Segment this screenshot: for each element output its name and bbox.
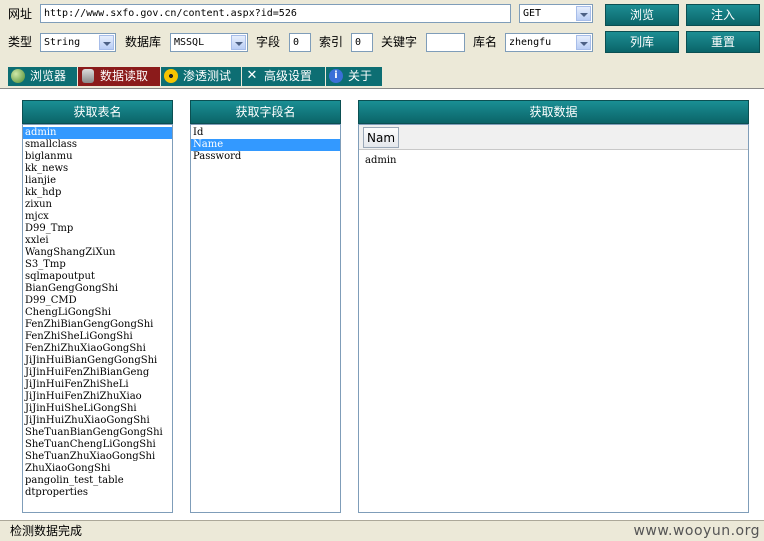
field-input[interactable]: 0 xyxy=(289,33,311,52)
table-list-item[interactable]: biglanmu xyxy=(23,151,172,163)
tab-label: 浏览器 xyxy=(30,69,67,83)
table-list-item[interactable]: kk_news xyxy=(23,163,172,175)
table-list-item[interactable]: pangolin_test_table xyxy=(23,475,172,487)
table-list-item[interactable]: WangShangZiXun xyxy=(23,247,172,259)
dbname-label: 库名 xyxy=(473,35,498,49)
browse-button[interactable]: 浏览 xyxy=(605,4,679,26)
tab-advanced[interactable]: ✕ 高级设置 xyxy=(242,67,325,86)
status-text: 检测数据完成 xyxy=(10,524,83,538)
data-cell[interactable]: admin xyxy=(363,155,396,167)
table-list-item[interactable]: SheTuanBianGengGongShi xyxy=(23,427,172,439)
chevron-down-icon xyxy=(576,6,591,21)
tab-label: 高级设置 xyxy=(264,69,313,83)
reset-button[interactable]: 重置 xyxy=(686,31,760,53)
table-list-item[interactable]: lianjie xyxy=(23,175,172,187)
table-list-item[interactable]: mjcx xyxy=(23,211,172,223)
radiation-icon xyxy=(164,69,178,83)
table-list-item[interactable]: D99_CMD xyxy=(23,295,172,307)
dbname-select[interactable]: zhengfu xyxy=(505,33,593,52)
tab-browser[interactable]: 浏览器 xyxy=(8,67,77,86)
table-list-item[interactable]: ChengLiGongShi xyxy=(23,307,172,319)
inject-button[interactable]: 注入 xyxy=(686,4,760,26)
table-list-item[interactable]: BianGengGongShi xyxy=(23,283,172,295)
tools-icon: ✕ xyxy=(246,68,258,83)
data-grid[interactable]: Nam admin xyxy=(358,124,749,513)
tab-bar: 浏览器 数据读取 渗透测试 ✕ 高级设置 i 关于 xyxy=(8,67,388,87)
data-panel-header: 获取数据 xyxy=(358,100,749,124)
tab-about[interactable]: i 关于 xyxy=(326,67,382,86)
method-value: GET xyxy=(523,8,542,19)
database-label: 数据库 xyxy=(125,35,162,49)
chevron-down-icon xyxy=(99,35,114,50)
tab-pentest[interactable]: 渗透测试 xyxy=(161,67,241,86)
chevron-down-icon xyxy=(231,35,246,50)
table-list-item[interactable]: JiJinHuiFenZhiSheLi xyxy=(23,379,172,391)
field-list-item[interactable]: Password xyxy=(191,151,340,163)
tables-list[interactable]: admin smallclass biglanmu kk_news lianjie kk_… xyxy=(22,124,173,513)
table-list-item[interactable]: SheTuanChengLiGongShi xyxy=(23,439,172,451)
dbname-value: zhengfu xyxy=(509,37,552,48)
table-list-item[interactable]: FenZhiBianGengGongShi xyxy=(23,319,172,331)
tab-data-read[interactable]: 数据读取 xyxy=(78,67,160,86)
fields-panel-header: 获取字段名 xyxy=(190,100,341,124)
column-header[interactable]: Nam xyxy=(363,127,399,148)
status-bar: 检测数据完成 www.wooyun.org xyxy=(0,520,764,541)
table-list-item[interactable]: JiJinHuiZhuXiaoGongShi xyxy=(23,415,172,427)
tab-label: 关于 xyxy=(348,69,373,83)
table-list-item[interactable]: S3_Tmp xyxy=(23,259,172,271)
keyword-input[interactable] xyxy=(426,33,465,52)
field-label: 字段 xyxy=(256,35,281,49)
watermark: www.wooyun.org xyxy=(633,523,760,539)
table-list-item[interactable]: JiJinHuiFenZhiZhuXiao xyxy=(23,391,172,403)
url-label: 网址 xyxy=(8,7,33,21)
globe-icon xyxy=(11,69,25,83)
method-select[interactable]: GET xyxy=(519,4,593,23)
table-list-item[interactable]: dtproperties xyxy=(23,487,172,499)
type-select[interactable]: String xyxy=(40,33,116,52)
database-icon xyxy=(82,69,94,83)
table-list-item[interactable]: JiJinHuiSheLiGongShi xyxy=(23,403,172,415)
url-input[interactable]: http://www.sxfo.gov.cn/content.aspx?id=5… xyxy=(40,4,511,23)
table-list-item[interactable]: JiJinHuiFenZhiBianGeng xyxy=(23,367,172,379)
database-value: MSSQL xyxy=(174,37,205,48)
table-list-item[interactable]: FenZhiSheLiGongShi xyxy=(23,331,172,343)
tab-label: 数据读取 xyxy=(100,69,149,83)
field-list-item[interactable]: Name xyxy=(191,139,340,151)
list-db-button[interactable]: 列库 xyxy=(605,31,679,53)
table-list-item[interactable]: zixun xyxy=(23,199,172,211)
field-list-item[interactable]: Id xyxy=(191,127,340,139)
info-icon: i xyxy=(329,69,343,83)
table-list-item[interactable]: JiJinHuiBianGengGongShi xyxy=(23,355,172,367)
table-list-item[interactable]: D99_Tmp xyxy=(23,223,172,235)
table-list-item[interactable]: admin xyxy=(23,127,172,139)
table-list-item[interactable]: FenZhiZhuXiaoGongShi xyxy=(23,343,172,355)
tables-panel-header: 获取表名 xyxy=(22,100,173,124)
index-label: 索引 xyxy=(319,35,344,49)
table-list-item[interactable]: xxlei xyxy=(23,235,172,247)
index-input[interactable]: 0 xyxy=(351,33,373,52)
data-grid-header-row: Nam xyxy=(359,125,748,150)
table-list-item[interactable]: SheTuanZhuXiaoGongShi xyxy=(23,451,172,463)
chevron-down-icon xyxy=(576,35,591,50)
table-list-item[interactable]: kk_hdp xyxy=(23,187,172,199)
type-label: 类型 xyxy=(8,35,33,49)
keyword-label: 关键字 xyxy=(381,35,418,49)
fields-list[interactable]: Id Name Password xyxy=(190,124,341,513)
tab-label: 渗透测试 xyxy=(183,69,232,83)
data-read-panel: 获取表名 admin smallclass biglanmu kk_news lianj… xyxy=(0,88,764,520)
database-select[interactable]: MSSQL xyxy=(170,33,248,52)
table-list-item[interactable]: ZhuXiaoGongShi xyxy=(23,463,172,475)
table-list-item[interactable]: smallclass xyxy=(23,139,172,151)
table-list-item[interactable]: sqlmapoutput xyxy=(23,271,172,283)
type-value: String xyxy=(44,37,81,48)
